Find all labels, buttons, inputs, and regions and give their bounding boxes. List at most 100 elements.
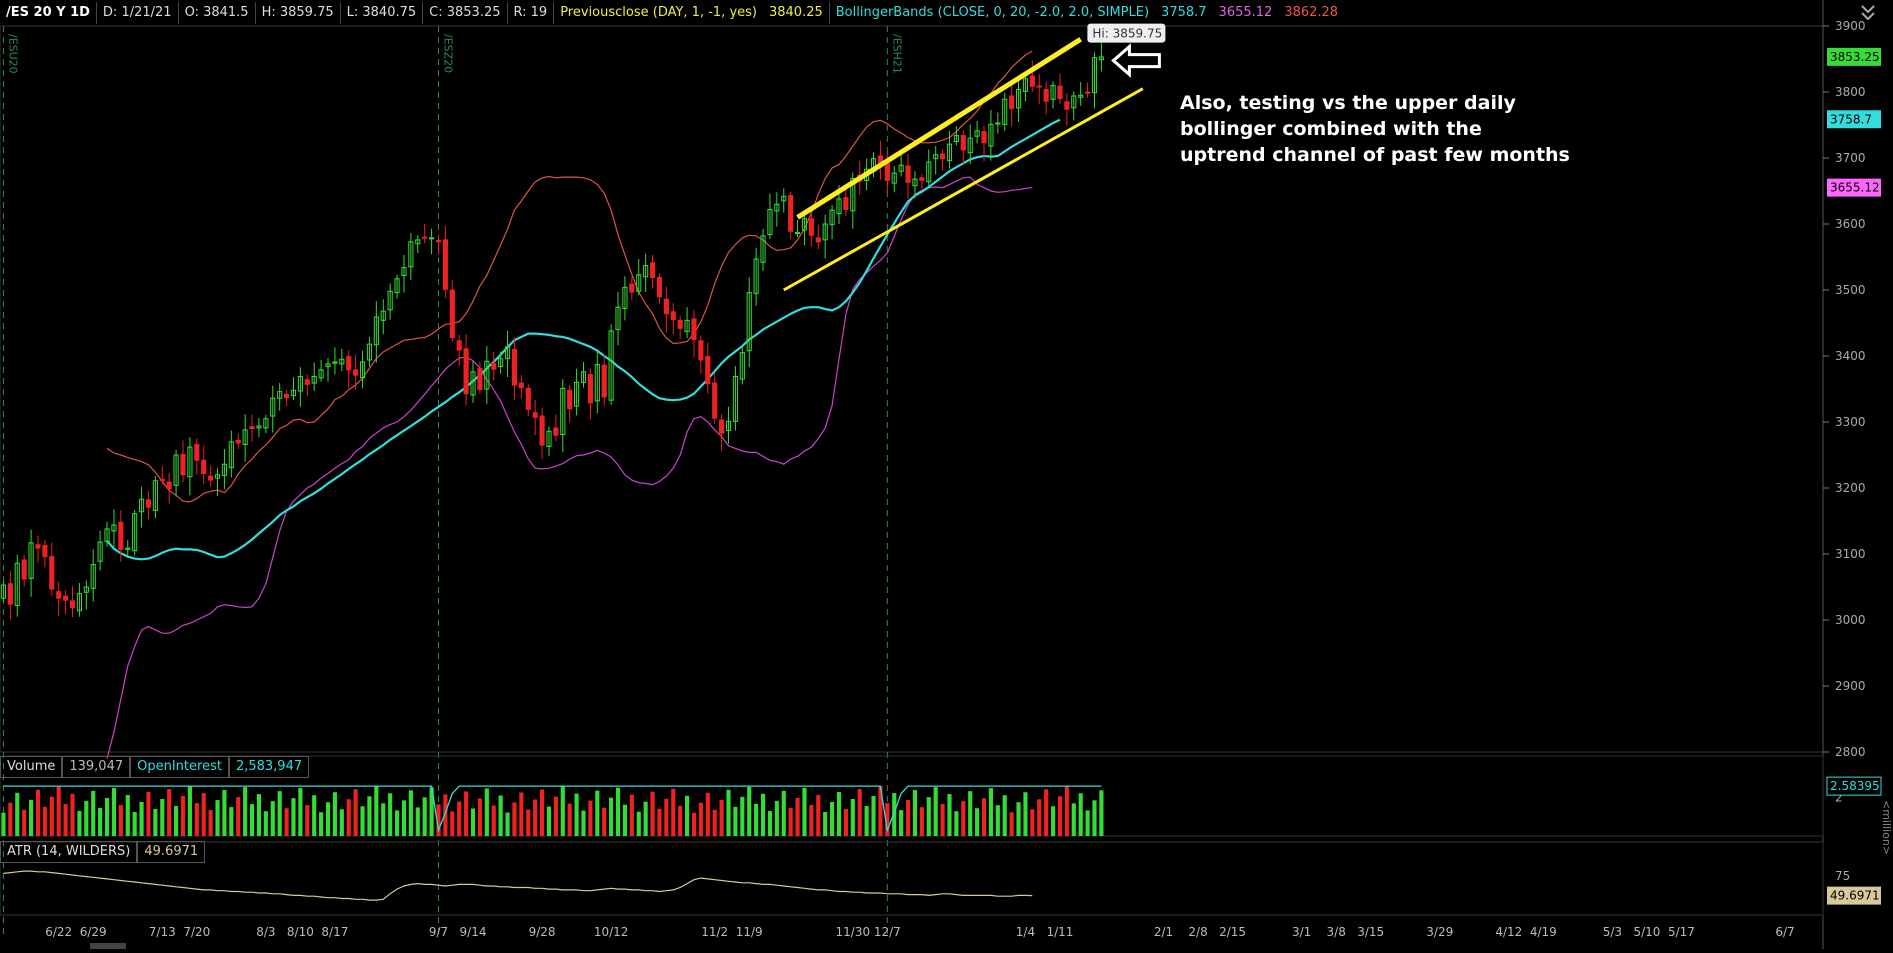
volume-bar	[450, 811, 455, 836]
volume-bar	[15, 792, 20, 836]
volume-bar	[553, 796, 558, 836]
volume-bar	[843, 809, 848, 836]
atr-tick-label: 75	[1835, 869, 1850, 883]
candlestick-chart[interactable]: 2800 2900 3000 3100 3200 3300 3400 3500 3600 3700…	[0, 0, 1893, 949]
volume-bar	[975, 808, 980, 836]
volume-bar	[160, 798, 165, 836]
volume-bar	[629, 794, 634, 836]
annotation-arrow-icon	[1111, 43, 1161, 78]
open-interest-label[interactable]: OpenInterest	[130, 756, 229, 778]
volume-bar	[588, 800, 593, 836]
candle-body	[553, 427, 559, 436]
x-tick-label: 5/17	[1668, 925, 1695, 939]
volume-bar	[422, 797, 427, 836]
candle-body	[808, 218, 814, 236]
candle-body	[21, 559, 27, 580]
volume-bar	[464, 791, 469, 836]
volume-bar	[118, 804, 123, 836]
contract-roll-label: /ESU20	[6, 34, 19, 74]
x-tick-label: 4/19	[1530, 925, 1557, 939]
volume-bar	[567, 803, 572, 836]
candle-body	[649, 262, 656, 278]
y-tick-label: 3500	[1835, 283, 1866, 297]
volume-bar	[671, 788, 676, 836]
volume-bar	[8, 802, 13, 836]
volume-bar	[208, 810, 213, 836]
volume-bar	[830, 801, 835, 836]
volume-bar	[167, 788, 172, 836]
candle-body	[691, 318, 697, 341]
date-label: D: 1/21/21	[95, 2, 178, 24]
volume-bar	[864, 806, 869, 836]
volume-bar	[381, 803, 386, 836]
bollinger-mid-value: 3758.7	[1161, 5, 1207, 20]
volume-bar	[215, 800, 220, 836]
volume-bar	[1050, 806, 1056, 836]
volume-bar	[1099, 790, 1104, 836]
volume-label[interactable]: Volume	[0, 756, 63, 778]
candle-body	[629, 283, 635, 293]
x-tick-label: 2/8	[1188, 925, 1207, 939]
candle-body	[1029, 75, 1035, 87]
candle-body	[698, 340, 704, 361]
volume-bar	[98, 807, 103, 836]
volume-bar	[484, 788, 489, 836]
volume-bar	[325, 802, 331, 836]
volume-bar	[636, 811, 641, 836]
atr-label[interactable]: ATR (14, WILDERS)	[0, 841, 138, 863]
high-label: H: 3859.75	[254, 2, 340, 24]
x-tick-label: 5/10	[1633, 925, 1660, 939]
volume-bar	[657, 808, 662, 836]
volume-bar	[622, 804, 628, 836]
candle-body	[1064, 101, 1070, 110]
volume-bar	[539, 789, 545, 836]
candle-body	[442, 239, 448, 290]
volume-bar	[305, 805, 310, 836]
volume-bar	[781, 790, 786, 836]
volume-bar	[1064, 786, 1069, 836]
volume-bar	[892, 793, 897, 836]
x-tick-label: 7/20	[183, 925, 210, 939]
x-tick-label: 3/1	[1292, 925, 1311, 939]
candle-body	[518, 382, 524, 389]
x-tick-label: 10/12	[594, 925, 629, 939]
volume-bar	[1030, 809, 1035, 836]
bollinger-lower-value: 3655.12	[1218, 5, 1273, 20]
prev-close-study-label[interactable]: Previousclose (DAY, 1, -1, yes)	[553, 2, 763, 24]
volume-bar	[1037, 799, 1042, 836]
volume-bar	[574, 793, 579, 836]
volume-bar	[774, 800, 779, 836]
volume-bar	[698, 802, 703, 836]
atr-panel-frame	[0, 841, 1824, 916]
volume-bar	[1057, 796, 1063, 836]
candle-body	[49, 556, 55, 590]
volume-bar	[263, 811, 268, 836]
candle-body	[463, 348, 469, 395]
volume-bar	[498, 795, 503, 836]
volume-bar	[836, 791, 842, 836]
volume-bar	[1, 812, 6, 836]
candle-body	[905, 165, 911, 183]
volume-bar	[788, 807, 793, 836]
bollinger-study-label[interactable]: BollingerBands (CLOSE, 0, 20, -2.0, 2.0,…	[828, 2, 1155, 24]
price-tag-label: 3853.25	[1830, 50, 1880, 64]
symbol-label[interactable]: /ES 20 Y 1D	[0, 2, 96, 24]
candle-body	[7, 583, 13, 605]
volume-bar	[477, 798, 482, 836]
candle-body	[1057, 85, 1063, 100]
candle-body	[587, 373, 593, 404]
price-tag-label: 3655.12	[1830, 181, 1880, 195]
atr-tag-label: 49.6971	[1830, 889, 1880, 903]
volume-bar	[760, 793, 766, 836]
x-tick-label: 8/3	[256, 925, 275, 939]
chart-stage[interactable]: 2800 2900 3000 3100 3200 3300 3400 3500 3600 3700…	[0, 0, 1893, 949]
candle-body	[940, 153, 946, 160]
collapse-icon[interactable]	[1857, 2, 1879, 24]
volume-bar	[505, 812, 510, 836]
volume-unit-label: <million>	[1880, 800, 1893, 855]
x-tick-label: 9/7	[429, 925, 448, 939]
bollinger-lower-line	[106, 176, 1033, 759]
volume-bar	[70, 793, 75, 836]
candle-body	[815, 237, 821, 243]
volume-bar	[940, 804, 945, 836]
